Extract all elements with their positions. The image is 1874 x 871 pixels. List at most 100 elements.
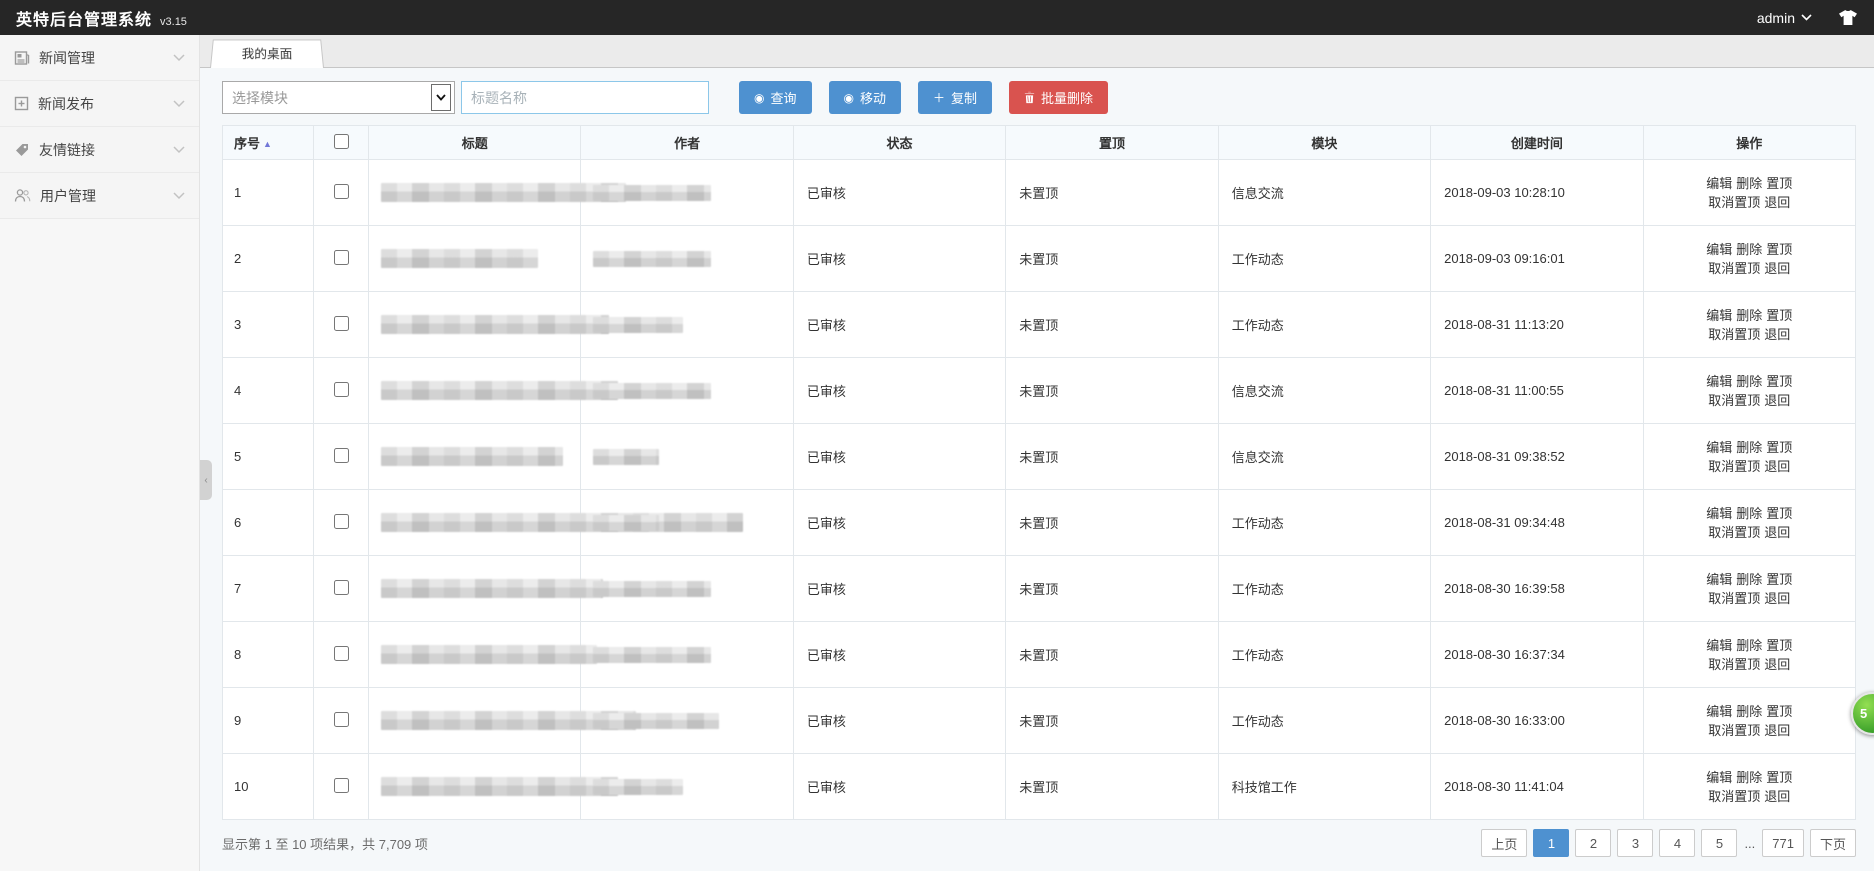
op-return[interactable]: 退回 — [1764, 723, 1790, 738]
op-pin[interactable]: 置顶 — [1766, 242, 1792, 257]
op-return[interactable]: 退回 — [1764, 459, 1790, 474]
op-pin[interactable]: 置顶 — [1766, 770, 1792, 785]
op-cancel-pin[interactable]: 取消置顶 — [1708, 591, 1760, 606]
op-return[interactable]: 退回 — [1764, 525, 1790, 540]
op-pin[interactable]: 置顶 — [1766, 440, 1792, 455]
page-prev-button[interactable]: 上页 — [1481, 829, 1527, 857]
op-edit[interactable]: 编辑 — [1706, 770, 1732, 785]
op-edit[interactable]: 编辑 — [1706, 176, 1732, 191]
sidebar-item-links[interactable]: 友情链接 — [0, 127, 199, 173]
op-cancel-pin[interactable]: 取消置顶 — [1708, 723, 1760, 738]
op-return[interactable]: 退回 — [1764, 327, 1790, 342]
op-return[interactable]: 退回 — [1764, 789, 1790, 804]
title-cell — [369, 490, 581, 556]
op-delete[interactable]: 删除 — [1736, 572, 1762, 587]
row-checkbox[interactable] — [334, 778, 349, 793]
table-row: 10已审核未置顶科技馆工作2018-08-30 11:41:04编辑删除置顶取消… — [223, 754, 1856, 820]
op-pin[interactable]: 置顶 — [1766, 176, 1792, 191]
sidebar-item-users[interactable]: 用户管理 — [0, 173, 199, 219]
op-return[interactable]: 退回 — [1764, 261, 1790, 276]
copy-button[interactable]: ＋ 复制 — [918, 81, 992, 114]
batch-delete-button[interactable]: 批量删除 — [1009, 81, 1108, 114]
sort-asc-icon[interactable]: ▲ — [263, 139, 272, 149]
username: admin — [1757, 10, 1795, 26]
op-pin[interactable]: 置顶 — [1766, 572, 1792, 587]
author-cell — [581, 622, 793, 688]
op-edit[interactable]: 编辑 — [1706, 638, 1732, 653]
user-menu[interactable]: admin — [1757, 10, 1812, 26]
module-select[interactable]: 选择模块 — [222, 81, 455, 114]
row-checkbox[interactable] — [334, 646, 349, 661]
op-edit[interactable]: 编辑 — [1706, 704, 1732, 719]
op-edit[interactable]: 编辑 — [1706, 440, 1732, 455]
op-delete[interactable]: 删除 — [1736, 506, 1762, 521]
op-pin[interactable]: 置顶 — [1766, 704, 1792, 719]
row-checkbox[interactable] — [334, 250, 349, 265]
row-checkbox[interactable] — [334, 514, 349, 529]
row-checkbox[interactable] — [334, 712, 349, 727]
row-checkbox[interactable] — [334, 580, 349, 595]
row-checkbox[interactable] — [334, 184, 349, 199]
op-pin[interactable]: 置顶 — [1766, 638, 1792, 653]
op-cancel-pin[interactable]: 取消置顶 — [1708, 789, 1760, 804]
tab-my-desktop[interactable]: 我的桌面 — [210, 40, 324, 68]
op-return[interactable]: 退回 — [1764, 591, 1790, 606]
op-cancel-pin[interactable]: 取消置顶 — [1708, 261, 1760, 276]
op-delete[interactable]: 删除 — [1736, 704, 1762, 719]
row-checkbox[interactable] — [334, 382, 349, 397]
op-delete[interactable]: 删除 — [1736, 242, 1762, 257]
op-delete[interactable]: 删除 — [1736, 176, 1762, 191]
op-delete[interactable]: 删除 — [1736, 308, 1762, 323]
op-delete[interactable]: 删除 — [1736, 770, 1762, 785]
op-edit[interactable]: 编辑 — [1706, 506, 1732, 521]
op-pin[interactable]: 置顶 — [1766, 374, 1792, 389]
query-button[interactable]: ◉ 查询 — [739, 81, 812, 114]
op-cancel-pin[interactable]: 取消置顶 — [1708, 525, 1760, 540]
op-edit[interactable]: 编辑 — [1706, 374, 1732, 389]
title-search-input[interactable] — [461, 81, 709, 114]
op-edit[interactable]: 编辑 — [1706, 242, 1732, 257]
op-edit[interactable]: 编辑 — [1706, 308, 1732, 323]
page-button-5[interactable]: 5 — [1701, 829, 1737, 857]
op-cancel-pin[interactable]: 取消置顶 — [1708, 195, 1760, 210]
page-button-3[interactable]: 3 — [1617, 829, 1653, 857]
redacted-author — [593, 581, 711, 597]
row-number-cell: 1 — [223, 160, 314, 226]
op-cancel-pin[interactable]: 取消置顶 — [1708, 657, 1760, 672]
op-pin[interactable]: 置顶 — [1766, 308, 1792, 323]
sidebar-item-label: 用户管理 — [40, 186, 173, 206]
table-footer: 显示第 1 至 10 项结果，共 7,709 项 上页12345...771下页 — [200, 820, 1874, 866]
op-return[interactable]: 退回 — [1764, 657, 1790, 672]
title-cell — [369, 160, 581, 226]
page-button-1[interactable]: 1 — [1533, 829, 1569, 857]
select-all-checkbox[interactable] — [334, 134, 349, 149]
chevron-down-icon — [173, 192, 185, 200]
op-cancel-pin[interactable]: 取消置顶 — [1708, 459, 1760, 474]
page-button-4[interactable]: 4 — [1659, 829, 1695, 857]
op-return[interactable]: 退回 — [1764, 393, 1790, 408]
author-cell — [581, 358, 793, 424]
op-pin[interactable]: 置顶 — [1766, 506, 1792, 521]
sidebar-item-news-publish[interactable]: 新闻发布 — [0, 81, 199, 127]
operations-cell: 编辑删除置顶取消置顶退回 — [1643, 556, 1855, 622]
status-cell: 已审核 — [793, 292, 1005, 358]
row-checkbox[interactable] — [334, 448, 349, 463]
theme-tshirt-icon[interactable] — [1838, 9, 1858, 26]
module-cell: 工作动态 — [1218, 226, 1430, 292]
page-button-2[interactable]: 2 — [1575, 829, 1611, 857]
op-delete[interactable]: 删除 — [1736, 374, 1762, 389]
op-cancel-pin[interactable]: 取消置顶 — [1708, 393, 1760, 408]
op-delete[interactable]: 删除 — [1736, 638, 1762, 653]
op-return[interactable]: 退回 — [1764, 195, 1790, 210]
move-button[interactable]: ◉ 移动 — [829, 81, 902, 114]
op-cancel-pin[interactable]: 取消置顶 — [1708, 327, 1760, 342]
op-edit[interactable]: 编辑 — [1706, 572, 1732, 587]
op-delete[interactable]: 删除 — [1736, 440, 1762, 455]
sidebar-collapse-handle[interactable]: ‹ — [200, 460, 212, 500]
sidebar-item-news-manage[interactable]: 新闻管理 — [0, 35, 199, 81]
row-checkbox-cell — [314, 556, 369, 622]
main-content: 我的桌面 选择模块 ◉ 查询 ◉ 移动 ＋ 复制 — [200, 35, 1874, 871]
page-next-button[interactable]: 下页 — [1810, 829, 1856, 857]
row-checkbox[interactable] — [334, 316, 349, 331]
page-button-last[interactable]: 771 — [1762, 829, 1804, 857]
